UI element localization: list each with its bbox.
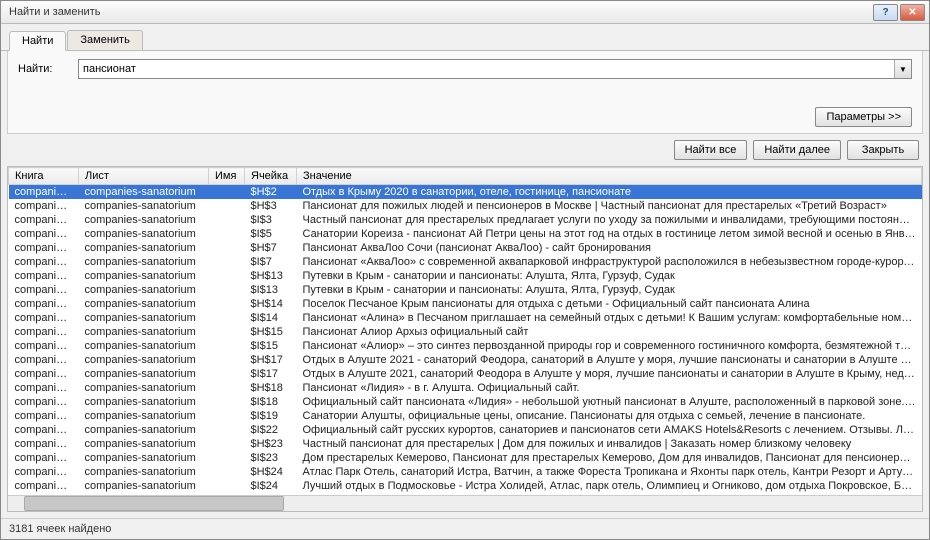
table-row[interactable]: companies...companies-sanatorium$H$14Пос…	[9, 297, 922, 311]
table-row[interactable]: companies...companies-sanatorium$H$24Атл…	[9, 465, 922, 479]
table-row[interactable]: companies...companies-sanatorium$H$2Отды…	[9, 185, 922, 200]
table-row[interactable]: companies...companies-sanatorium$H$13Пут…	[9, 269, 922, 283]
find-panel: Найти: ▼ Параметры >>	[7, 51, 923, 134]
close-button[interactable]: Закрыть	[847, 140, 919, 160]
table-row[interactable]: companies...companies-sanatorium$I$22Офи…	[9, 423, 922, 437]
col-header-name[interactable]: Имя	[209, 168, 245, 185]
params-button[interactable]: Параметры >>	[815, 107, 912, 127]
tab-replace[interactable]: Заменить	[67, 30, 142, 50]
col-header-book[interactable]: Книга	[9, 168, 79, 185]
horizontal-scrollbar[interactable]	[8, 495, 922, 511]
window-title: Найти и заменить	[5, 6, 871, 18]
table-row[interactable]: companies...companies-sanatorium$H$3Панс…	[9, 199, 922, 213]
table-row[interactable]: companies...companies-sanatorium$H$17Отд…	[9, 353, 922, 367]
table-row[interactable]: companies...companies-sanatorium$I$3Част…	[9, 213, 922, 227]
table-row[interactable]: companies...companies-sanatorium$I$5Сана…	[9, 227, 922, 241]
results-pane: Книга Лист Имя Ячейка Значение companies…	[7, 166, 923, 512]
results-table: Книга Лист Имя Ячейка Значение companies…	[8, 167, 922, 495]
tabs: Найти Заменить	[1, 24, 929, 51]
table-row[interactable]: companies...companies-sanatorium$H$18Пан…	[9, 381, 922, 395]
search-dropdown-button[interactable]: ▼	[894, 60, 911, 78]
results-scroll[interactable]: Книга Лист Имя Ячейка Значение companies…	[8, 167, 922, 495]
status-text: 3181 ячеек найдено	[9, 523, 111, 535]
table-row[interactable]: companies...companies-sanatorium$I$14Пан…	[9, 311, 922, 325]
table-row[interactable]: companies...companies-sanatorium$I$19Сан…	[9, 409, 922, 423]
table-row[interactable]: companies...companies-sanatorium$I$24Луч…	[9, 479, 922, 493]
table-row[interactable]: companies...companies-sanatorium$I$23Дом…	[9, 451, 922, 465]
tab-find[interactable]: Найти	[9, 31, 66, 51]
col-header-value[interactable]: Значение	[297, 168, 922, 185]
find-next-button[interactable]: Найти далее	[753, 140, 841, 160]
search-label: Найти:	[18, 63, 72, 75]
table-row[interactable]: companies...companies-sanatorium$I$18Офи…	[9, 395, 922, 409]
table-row[interactable]: companies...companies-sanatorium$I$7Панс…	[9, 255, 922, 269]
table-row[interactable]: companies...companies-sanatorium$I$17Отд…	[9, 367, 922, 381]
table-row[interactable]: companies...companies-sanatorium$H$23Час…	[9, 437, 922, 451]
scrollbar-thumb[interactable]	[24, 496, 284, 511]
table-row[interactable]: companies...companies-sanatorium$I$15Пан…	[9, 339, 922, 353]
help-button[interactable]: ?	[873, 4, 898, 21]
col-header-cell[interactable]: Ячейка	[245, 168, 297, 185]
find-all-button[interactable]: Найти все	[674, 140, 748, 160]
col-header-sheet[interactable]: Лист	[79, 168, 209, 185]
search-combo[interactable]: ▼	[78, 59, 912, 79]
status-bar: 3181 ячеек найдено	[1, 518, 929, 539]
table-row[interactable]: companies...companies-sanatorium$H$15Пан…	[9, 325, 922, 339]
window-close-button[interactable]: ✕	[900, 4, 925, 21]
table-row[interactable]: companies...companies-sanatorium$I$13Пут…	[9, 283, 922, 297]
action-buttons: Найти все Найти далее Закрыть	[1, 134, 929, 166]
titlebar: Найти и заменить ? ✕	[1, 1, 929, 24]
search-input[interactable]	[79, 60, 894, 78]
table-row[interactable]: companies...companies-sanatorium$H$7Панс…	[9, 241, 922, 255]
find-replace-dialog: Найти и заменить ? ✕ Найти Заменить Найт…	[0, 0, 930, 540]
